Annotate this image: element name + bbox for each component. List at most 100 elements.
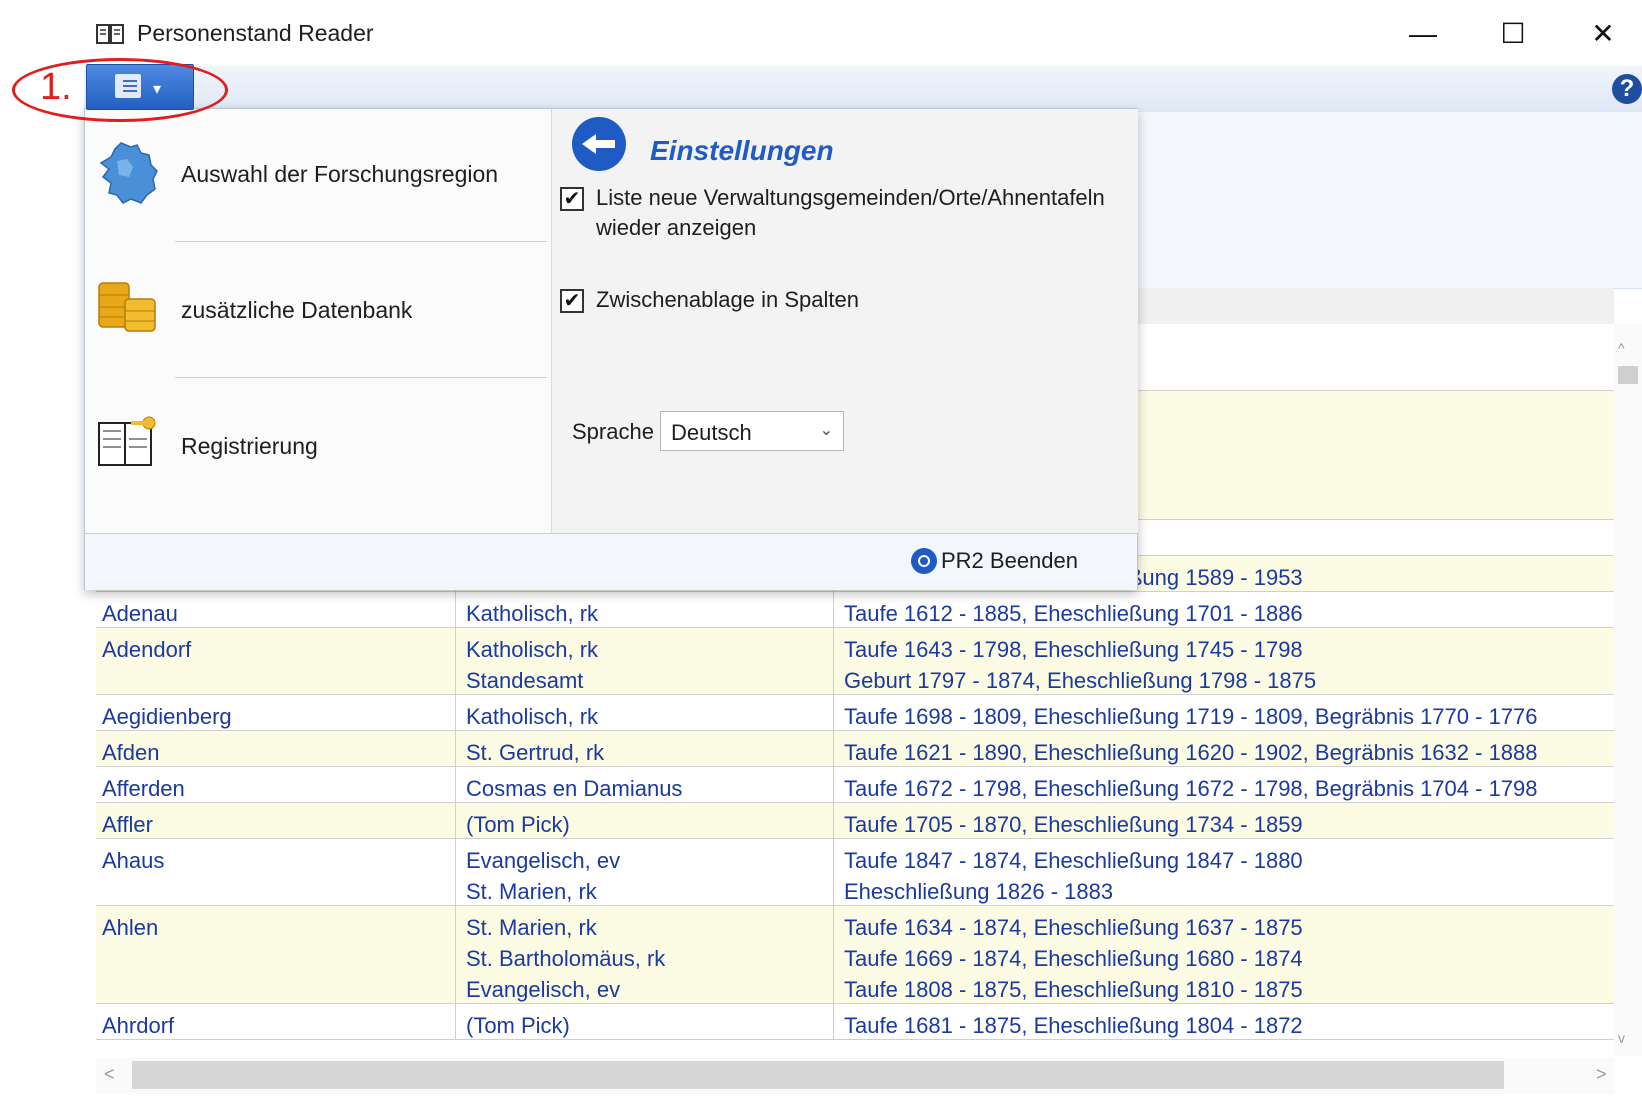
help-icon[interactable]: ? [1612, 74, 1642, 104]
scroll-down-icon[interactable]: v [1618, 1030, 1625, 1046]
menu-item-forschungsregion[interactable]: Auswahl der Forschungsregion [85, 109, 551, 239]
table-row[interactable]: Ahaus Evangelisch, ev St. Marien, rk Taufe … [96, 839, 1614, 906]
checkbox-new-communities[interactable]: ✔ [560, 187, 584, 211]
parish-cell[interactable]: Evangelisch, ev St. Marien, rk [456, 839, 834, 905]
horizontal-scrollbar[interactable]: < > [96, 1058, 1614, 1094]
place-name: Affler [102, 812, 153, 837]
menu-divider [175, 241, 547, 242]
parish-name: Katholisch, rk [466, 601, 599, 626]
records-cell[interactable]: Taufe 1847 - 1874, Eheschließung 1847 - … [834, 839, 1614, 905]
parish-cell[interactable]: (Tom Pick) [456, 803, 834, 838]
table-row[interactable]: Affler (Tom Pick) Taufe 1705 - 1870, Ehesc… [96, 803, 1614, 839]
scroll-right-icon[interactable]: > [1596, 1064, 1607, 1085]
place-name: Afden [102, 740, 160, 765]
checkbox-clipboard-columns[interactable]: ✔ [560, 289, 584, 313]
language-label: Sprache [572, 419, 654, 444]
menu-divider [175, 377, 547, 378]
table-row[interactable]: Afferden Cosmas en Damianus Taufe 1672 - 1… [96, 767, 1614, 803]
record-range: Taufe 1705 - 1870, Eheschließung 1734 - … [844, 812, 1303, 837]
parish-name: (Tom Pick) [466, 1013, 570, 1038]
menu-item-label: zusätzliche Datenbank [181, 297, 413, 323]
place-name: Ahrdorf [102, 1013, 175, 1038]
language-value: Deutsch [671, 420, 752, 445]
maximize-button[interactable]: ☐ [1490, 14, 1536, 54]
checkbox-label-cont: wieder anzeigen [596, 215, 757, 240]
table-row[interactable]: Ahlen St. Marien, rk St. Bartholomäus, rk E… [96, 906, 1614, 1004]
parish-name: Standesamt [466, 668, 584, 693]
place-cell[interactable]: Affler [96, 803, 456, 838]
record-range: Taufe 1669 - 1874, Eheschließung 1680 - … [844, 946, 1303, 971]
records-cell[interactable]: Taufe 1705 - 1870, Eheschließung 1734 - … [834, 803, 1614, 838]
table-row[interactable]: Adenau Katholisch, rk Taufe 1612 - 1885, E… [96, 592, 1614, 628]
place-cell[interactable]: Adendorf [96, 628, 456, 694]
table-row[interactable]: Adendorf Katholisch, rk Standesamt Taufe 16… [96, 628, 1614, 695]
parish-cell[interactable]: Cosmas en Damianus [456, 767, 834, 802]
vertical-scrollbar[interactable]: ^ v [1614, 324, 1642, 1056]
scroll-up-icon[interactable]: ^ [1618, 340, 1625, 356]
records-cell[interactable]: Taufe 1621 - 1890, Eheschließung 1620 - … [834, 731, 1614, 766]
records-cell[interactable]: Taufe 1634 - 1874, Eheschließung 1637 - … [834, 906, 1614, 1003]
records-cell[interactable]: Taufe 1643 - 1798, Eheschließung 1745 - … [834, 628, 1614, 694]
parish-cell[interactable]: Katholisch, rk Standesamt [456, 628, 834, 694]
quit-label: PR2 Beenden [941, 548, 1078, 573]
settings-title: Einstellungen [650, 135, 834, 166]
record-range: Taufe 1621 - 1890, Eheschließung 1620 - … [844, 740, 1538, 765]
records-cell[interactable]: Taufe 1681 - 1875, Eheschließung 1804 - … [834, 1004, 1614, 1039]
records-cell[interactable]: Taufe 1612 - 1885, Eheschließung 1701 - … [834, 592, 1614, 627]
scroll-thumb-horizontal[interactable] [132, 1061, 1504, 1089]
parish-name: St. Gertrud, rk [466, 740, 605, 765]
record-range: Taufe 1698 - 1809, Eheschließung 1719 - … [844, 704, 1538, 729]
checkbox-label: Zwischenablage in Spalten [596, 287, 859, 312]
table-row[interactable]: Afden St. Gertrud, rk Taufe 1621 - 1890, E… [96, 731, 1614, 767]
title-bar: Personenstand Reader — ☐ ✕ [0, 0, 1642, 66]
parish-cell[interactable]: Katholisch, rk [456, 592, 834, 627]
close-button[interactable]: ✕ [1580, 14, 1626, 54]
place-cell[interactable]: Afferden [96, 767, 456, 802]
place-name: Adenau [102, 601, 178, 626]
back-arrow-icon[interactable] [572, 117, 626, 171]
menu-item-registrierung[interactable]: Registrierung [85, 381, 551, 511]
parish-name: Evangelisch, ev [466, 977, 621, 1002]
record-range: Eheschließung 1826 - 1883 [844, 879, 1114, 904]
scroll-left-icon[interactable]: < [104, 1064, 115, 1085]
parish-name: (Tom Pick) [466, 812, 570, 837]
parish-cell[interactable]: St. Marien, rk St. Bartholomäus, rk Evange… [456, 906, 834, 1003]
place-name: Ahaus [102, 848, 165, 873]
place-cell[interactable]: Adenau [96, 592, 456, 627]
book-icon [96, 24, 124, 44]
table-row[interactable]: Ahrdorf (Tom Pick) Taufe 1681 - 1875, Ehes… [96, 1004, 1614, 1040]
germany-map-icon [99, 142, 158, 204]
place-cell[interactable]: Ahlen [96, 906, 456, 1003]
scroll-thumb[interactable] [1618, 366, 1638, 384]
records-cell[interactable]: Taufe 1698 - 1809, Eheschließung 1719 - … [834, 695, 1614, 730]
parish-cell[interactable]: Katholisch, rk [456, 695, 834, 730]
minimize-button[interactable]: — [1400, 14, 1446, 54]
place-name: Afferden [102, 776, 185, 801]
record-range: Taufe 1672 - 1798, Eheschließung 1672 - … [844, 776, 1538, 801]
table-row[interactable]: Aegidienberg Katholisch, rk Taufe 1698 - 1… [96, 695, 1614, 731]
place-cell[interactable]: Ahaus [96, 839, 456, 905]
parish-name: St. Marien, rk [466, 915, 597, 940]
menu-footer: PR2 Beenden [85, 533, 1137, 590]
place-name: Ahlen [102, 915, 159, 940]
place-name: Aegidienberg [102, 704, 232, 729]
parish-name: Evangelisch, ev [466, 848, 621, 873]
place-cell[interactable]: Ahrdorf [96, 1004, 456, 1039]
parish-name: St. Marien, rk [466, 879, 597, 904]
window-title: Personenstand Reader [137, 20, 374, 46]
place-cell[interactable]: Afden [96, 731, 456, 766]
menu-item-list: Auswahl der Forschungsregion zusätzliche… [85, 109, 551, 533]
coin-stack-icon [98, 282, 156, 332]
language-select[interactable]: Deutsch ⌄ [660, 411, 844, 451]
menu-item-datenbank[interactable]: zusätzliche Datenbank [85, 245, 551, 375]
parish-name: Katholisch, rk [466, 704, 599, 729]
record-range: Taufe 1808 - 1875, Eheschließung 1810 - … [844, 977, 1303, 1002]
chevron-down-icon: ⌄ [819, 422, 833, 439]
place-cell[interactable]: Aegidienberg [96, 695, 456, 730]
parish-cell[interactable]: St. Gertrud, rk [456, 731, 834, 766]
parish-name: St. Bartholomäus, rk [466, 946, 666, 971]
annotation-step-label: 1. [40, 66, 72, 108]
parish-cell[interactable]: (Tom Pick) [456, 1004, 834, 1039]
records-cell[interactable]: Taufe 1672 - 1798, Eheschließung 1672 - … [834, 767, 1614, 802]
settings-panel: Einstellungen ✔ Liste neue Verwaltungsge… [551, 109, 1138, 533]
